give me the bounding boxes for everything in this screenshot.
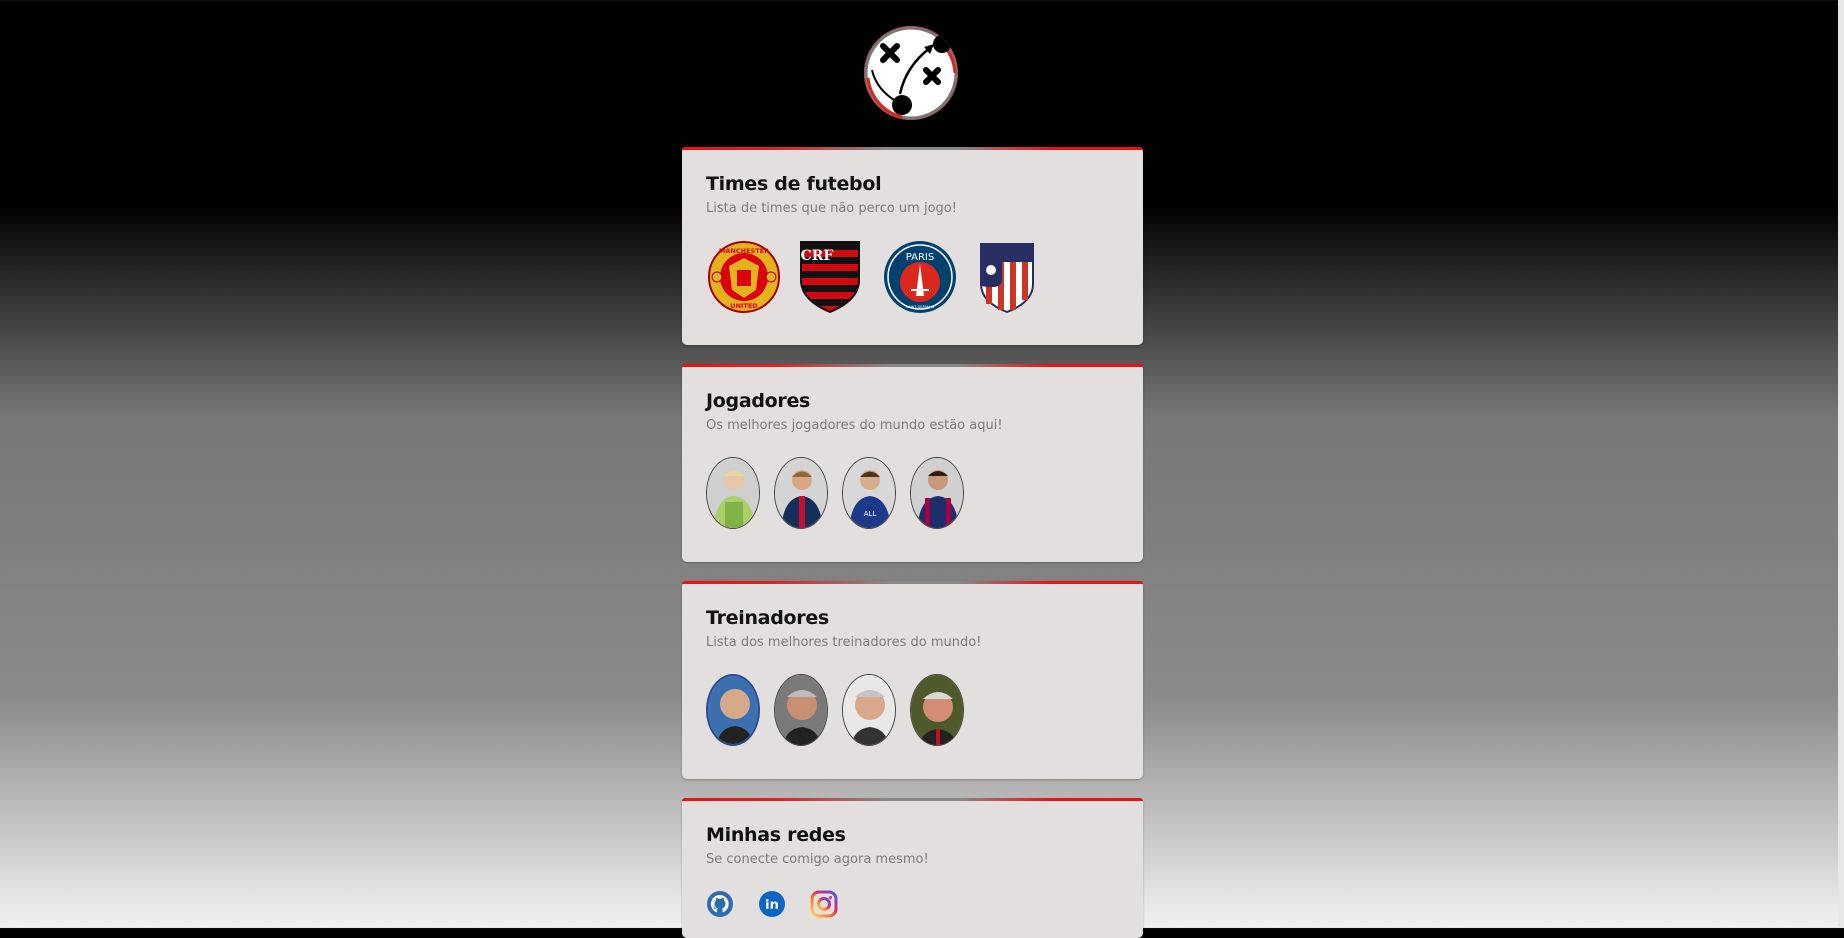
players-title: Jogadores (706, 390, 811, 412)
teams-title: Times de futebol (706, 173, 882, 195)
man-utd-top-text: MANCHESTER (719, 247, 769, 255)
player-photo-4[interactable] (910, 457, 964, 529)
flamengo-monogram: CRF (801, 248, 834, 264)
coaches-list (706, 674, 978, 746)
coaches-card: Treinadores Lista dos melhores treinador… (682, 581, 1143, 779)
atletico-madrid-crest[interactable] (972, 239, 1042, 315)
coach-photo-4[interactable] (910, 674, 964, 746)
player-photo-2[interactable] (774, 457, 828, 529)
coaches-subtitle: Lista dos melhores treinadores do mundo! (706, 635, 982, 650)
player-photo-3[interactable]: ALL (842, 457, 896, 529)
instagram-icon[interactable] (810, 890, 838, 918)
manchester-united-crest[interactable]: MANCHESTER UNITED (706, 239, 782, 315)
tactics-logo (864, 26, 958, 120)
coach-photo-1[interactable] (706, 674, 760, 746)
man-utd-bottom-text: UNITED (730, 302, 758, 310)
linkedin-glyph: in (765, 898, 779, 913)
linkedin-icon[interactable]: in (758, 890, 786, 918)
players-card: Jogadores Os melhores jogadores do mundo… (682, 364, 1143, 562)
flamengo-crest[interactable]: CRF (792, 239, 868, 315)
github-icon[interactable] (706, 890, 734, 918)
teams-list: MANCHESTER UNITED CRF PARIS SAINT-GERMAI… (706, 239, 1052, 315)
coach-photo-3[interactable] (842, 674, 896, 746)
social-title: Minhas redes (706, 824, 846, 846)
players-list: ALL (706, 457, 978, 529)
psg-bottom-text: SAINT-GERMAIN (906, 305, 935, 309)
social-subtitle: Se conecte comigo agora mesmo! (706, 852, 929, 867)
coach-photo-2[interactable] (774, 674, 828, 746)
players-subtitle: Os melhores jogadores do mundo estão aqu… (706, 418, 1003, 433)
scrollbar[interactable] (1838, 0, 1844, 928)
teams-subtitle: Lista de times que não perco um jogo! (706, 201, 957, 216)
svg-text:ALL: ALL (864, 510, 877, 518)
tactics-board-icon (864, 26, 958, 120)
social-links: in (706, 890, 862, 918)
teams-card: Times de futebol Lista de times que não … (682, 147, 1143, 345)
psg-crest[interactable]: PARIS SAINT-GERMAIN (878, 239, 962, 315)
coaches-title: Treinadores (706, 607, 829, 629)
psg-top-text: PARIS (906, 252, 934, 263)
player-photo-1[interactable] (706, 457, 760, 529)
social-card: Minhas redes Se conecte comigo agora mes… (682, 798, 1143, 938)
